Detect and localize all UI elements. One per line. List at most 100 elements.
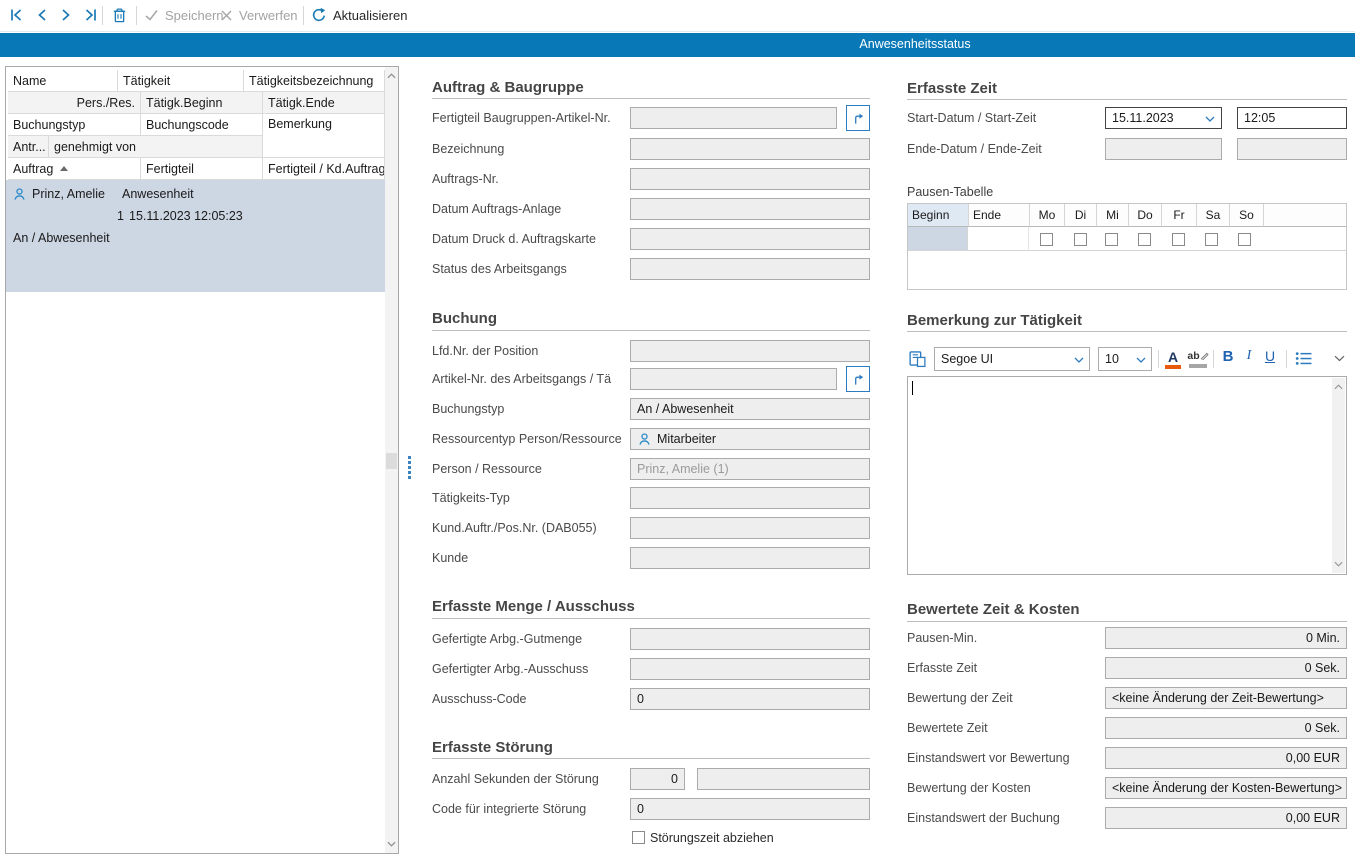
field-label: Ende-Datum / Ende-Zeit [907,142,1103,156]
first-record-button[interactable] [6,4,28,26]
field-label: Start-Datum / Start-Zeit [907,111,1103,125]
pausen-so-checkbox[interactable] [1238,233,1251,246]
font-name-combobox[interactable]: Segoe UI [934,347,1090,371]
stoerung-text-field [697,768,870,790]
pausen-header-sa[interactable]: Sa [1196,204,1229,227]
pausen-fr-checkbox[interactable] [1172,233,1185,246]
toolbar-separator [102,6,103,25]
fertigteil-artikelnr-field [630,107,837,129]
chevron-down-icon[interactable] [1136,357,1146,363]
column-header-fertigteil[interactable]: Fertigteil [141,158,263,180]
stoerungszeit-checkbox[interactable] [632,831,645,844]
pausen-header-ende[interactable]: Ende [968,204,1029,227]
highlight-button[interactable]: ab [1186,348,1210,370]
ende-zeit-field [1237,138,1347,160]
field-label: Datum Druck d. Auftragskarte [432,232,628,246]
bemerkung-textarea[interactable] [907,376,1347,575]
field-label: Bewertung der Kosten [907,781,1103,795]
discard-button[interactable]: Verwerfen [220,4,298,26]
toolbar-separator [136,6,137,25]
bullet-list-icon [1295,351,1312,366]
pausen-header-filler [1263,204,1346,227]
panel-splitter[interactable] [408,456,411,479]
bold-button[interactable]: B [1219,348,1237,370]
column-header-fertigteil-kdauftrag[interactable]: Fertigteil / Kd.Auftrag [263,158,385,180]
field-label: Bewertete Zeit [907,721,1103,735]
bullet-list-button[interactable] [1293,351,1313,373]
chevron-down-icon [1334,355,1345,362]
pausen-mi-checkbox[interactable] [1105,233,1118,246]
field-label: Auftrags-Nr. [432,172,628,186]
pausen-header-mi[interactable]: Mi [1096,204,1128,227]
font-size-combobox[interactable]: 10 [1098,347,1152,371]
pausen-cell-ende[interactable] [968,227,1029,251]
column-header-taetigk-beginn[interactable]: Tätigk.Beginn [141,92,263,114]
save-button[interactable]: Speichern [144,4,224,26]
column-header-auftrag[interactable]: Auftrag [8,158,141,180]
underline-button[interactable]: U [1261,348,1279,370]
stoerungszeit-checkbox-label: Störungszeit abziehen [650,831,870,845]
anzahl-sekunden-field[interactable]: 0 [630,768,685,790]
font-color-button[interactable]: A [1163,348,1183,370]
section-rule [907,99,1347,100]
delete-button[interactable] [108,4,130,26]
scroll-down-icon[interactable] [385,837,398,851]
column-header-name[interactable]: Name [8,70,118,92]
pausen-cell-beginn[interactable] [908,227,968,251]
pausen-do-checkbox[interactable] [1138,233,1151,246]
textarea-scrollbar[interactable] [1332,378,1345,573]
stoerung-code-field[interactable]: 0 [630,798,870,820]
field-label: Erfasste Zeit [907,661,1103,675]
section-title-kosten: Bewertete Zeit & Kosten [907,601,1080,618]
pausen-header-so[interactable]: So [1229,204,1263,227]
sort-ascending-icon [60,166,68,171]
column-header-buchungstyp[interactable]: Buchungstyp [8,114,141,136]
grid-scrollbar[interactable] [385,67,398,853]
field-label: Bezeichnung [432,142,628,156]
chevron-down-icon[interactable] [1205,116,1215,122]
previous-record-button[interactable] [31,4,53,26]
column-header-taetigkeitsbezeichnung[interactable]: Tätigkeitsbezeichnung [244,70,385,92]
ende-datum-field [1105,138,1222,160]
jump-to-arbeitsgang-button[interactable] [846,366,870,392]
start-datum-combobox[interactable]: 15.11.2023 [1105,107,1222,129]
pausen-sa-checkbox[interactable] [1205,233,1218,246]
more-options-button[interactable] [1332,355,1346,377]
pausen-header-beginn[interactable]: Beginn [908,204,968,227]
column-header-taetigkeit[interactable]: Tätigkeit [118,70,244,92]
column-header-pers-res[interactable]: Pers./Res. [8,92,141,114]
pausen-header-fr[interactable]: Fr [1161,204,1196,227]
scroll-down-icon[interactable] [1332,557,1345,571]
pausen-header-mo[interactable]: Mo [1029,204,1064,227]
last-record-button[interactable] [79,4,101,26]
refresh-button[interactable]: Aktualisieren [311,4,407,26]
ressourcentyp-value: Mitarbeiter [657,432,716,446]
section-title-buchung: Buchung [432,310,497,327]
column-header-bemerkung[interactable]: Bemerkung [263,114,385,158]
column-header-antrag[interactable]: Antr... [8,136,49,158]
pausen-header-di[interactable]: Di [1064,204,1096,227]
chevron-down-icon[interactable] [1074,357,1084,363]
discard-button-label: Verwerfen [239,8,298,23]
pausen-di-checkbox[interactable] [1074,233,1087,246]
section-rule [432,98,870,99]
grid-scrollbar-thumb[interactable] [386,453,397,469]
next-record-button[interactable] [55,4,77,26]
erfasste-zeit-field: 0 Sek. [1105,657,1347,679]
column-header-genehmigt-von[interactable]: genehmigt von [49,136,263,158]
selected-record-row[interactable]: Prinz, Amelie Anwesenheit 1 15.11.2023 1… [6,180,385,292]
scroll-up-icon[interactable] [385,69,398,83]
trash-icon [111,7,128,24]
start-zeit-field[interactable]: 12:05 [1237,107,1347,129]
column-header-buchungscode[interactable]: Buchungscode [141,114,263,136]
ausschuss-code-field[interactable]: 0 [630,688,870,710]
pausen-mo-checkbox[interactable] [1040,233,1053,246]
scroll-up-icon[interactable] [1332,380,1345,394]
jump-to-artikel-button[interactable] [846,105,870,131]
italic-button[interactable]: I [1242,348,1256,370]
column-header-taetigk-ende[interactable]: Tätigk.Ende [263,92,385,114]
paste-icon[interactable] [908,349,927,368]
pausen-header-do[interactable]: Do [1128,204,1161,227]
jump-arrow-icon [851,111,866,126]
last-record-icon [82,7,98,23]
